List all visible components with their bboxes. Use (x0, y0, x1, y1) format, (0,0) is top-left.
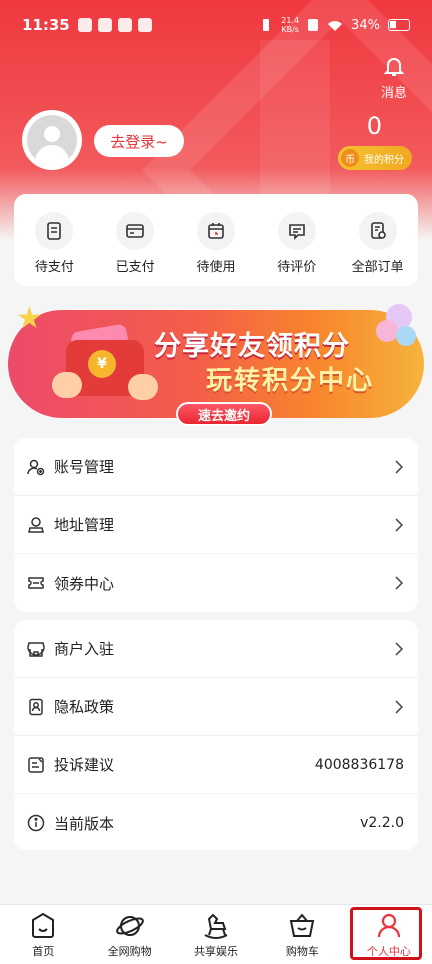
bottom-tab-bar: 首页 全网购物 共享娱乐 购物车 个人中心 (0, 904, 432, 964)
tab-label: 购物车 (285, 945, 319, 958)
order-to-use[interactable]: 待使用 (180, 212, 252, 286)
notification-icons (77, 18, 152, 32)
menu-item-version[interactable]: 当前版本 v2.2.0 (14, 794, 418, 852)
battery-percent: 34% (351, 17, 380, 33)
sim-icon (308, 19, 319, 31)
order-label: 已支付 (115, 260, 155, 275)
menu-label: 商户入驻 (54, 640, 115, 658)
order-label: 待支付 (34, 260, 74, 275)
invite-banner[interactable]: ★ ¥ 分享好友领积分 玩转积分中心 速去邀约 (8, 302, 424, 430)
card-icon (116, 212, 155, 250)
chevron-right-icon (395, 459, 404, 474)
app-notification-icon (77, 18, 92, 32)
active-tab-highlight (349, 907, 423, 960)
menu-item-coupons[interactable]: 领券中心 (14, 554, 418, 612)
tab-entertainment[interactable]: 共享娱乐 (173, 905, 259, 964)
menu-item-account[interactable]: 账号管理 (14, 438, 418, 496)
menu-item-privacy[interactable]: 隐私政策 (14, 678, 418, 736)
home-icon (32, 912, 55, 938)
bell-icon (383, 58, 405, 76)
order-pending-payment[interactable]: 待支付 (18, 212, 90, 286)
battery-icon (388, 19, 410, 31)
menu-group-account: 账号管理 地址管理 领券中心 (14, 438, 418, 612)
menu-label: 领券中心 (54, 574, 115, 593)
net-speed-value: 21.4 (281, 16, 300, 25)
points-value: 0 (366, 112, 382, 140)
menu-label: 隐私政策 (54, 698, 115, 716)
my-points-button[interactable]: 币 我的积分 (338, 146, 412, 170)
comment-icon (277, 212, 316, 250)
order-label: 待评价 (277, 260, 317, 275)
menu-item-feedback[interactable]: 投诉建议 4008836178 (14, 736, 418, 794)
tab-profile[interactable]: 个人中心 (346, 905, 432, 964)
vibrate-icon (263, 19, 270, 31)
coin-icon: 币 (341, 149, 359, 167)
net-speed: 21.4 KB/s (281, 16, 299, 34)
store-icon (26, 639, 46, 659)
tab-cart[interactable]: 购物车 (259, 905, 345, 964)
message-label: 消息 (380, 86, 407, 101)
info-icon (26, 813, 46, 833)
coupon-icon (26, 573, 46, 593)
wallet-illustration: ¥ (52, 322, 158, 400)
my-points-label: 我的积分 (364, 154, 404, 166)
privacy-icon (26, 697, 46, 717)
app-notification-icon (137, 18, 152, 32)
order-label: 全部订单 (351, 260, 404, 275)
order-shortcuts: 待支付 已支付 待使用 待评价 全部订单 (14, 194, 418, 286)
order-all[interactable]: 全部订单 (342, 212, 414, 286)
tab-shopping[interactable]: 全网购物 (86, 905, 172, 964)
feedback-icon (26, 755, 46, 775)
menu-label: 当前版本 (54, 814, 115, 833)
status-bar: 11:35 21.4 KB/s 34% (0, 0, 432, 50)
account-icon (26, 457, 46, 477)
tab-label: 首页 (32, 945, 55, 958)
star-icon: ★ (16, 301, 43, 336)
cart-icon (290, 913, 315, 937)
chevron-right-icon (395, 641, 404, 656)
hotline-number: 4008836178 (314, 756, 404, 773)
message-button[interactable]: 消息 (378, 54, 410, 101)
order-label: 待使用 (196, 260, 236, 275)
calendar-icon (196, 212, 235, 250)
wifi-icon (328, 20, 343, 31)
payment-pending-icon (35, 212, 74, 250)
version-number: v2.2.0 (360, 815, 404, 831)
menu-label: 地址管理 (54, 516, 115, 534)
avatar[interactable] (22, 110, 82, 170)
login-button[interactable]: 去登录~ (94, 125, 184, 157)
chevron-right-icon (395, 699, 404, 714)
balloons-icon (374, 302, 422, 362)
app-notification-icon (117, 18, 132, 32)
menu-item-merchant[interactable]: 商户入驻 (14, 620, 418, 678)
tab-label: 共享娱乐 (194, 945, 239, 958)
rocking-horse-icon (204, 913, 228, 939)
tab-home[interactable]: 首页 (0, 905, 86, 964)
menu-item-address[interactable]: 地址管理 (14, 496, 418, 554)
status-time: 11:35 (22, 16, 70, 34)
menu-group-info: 商户入驻 隐私政策 投诉建议 4008836178 当前版本 v2.2.0 (14, 620, 418, 850)
net-speed-unit: KB/s (281, 25, 299, 34)
address-icon (26, 515, 46, 535)
banner-title: 分享好友领积分 (154, 331, 350, 362)
chevron-right-icon (395, 517, 404, 532)
tab-label: 全网购物 (107, 945, 152, 958)
app-notification-icon (97, 18, 112, 32)
invite-button[interactable]: 速去邀约 (176, 402, 272, 426)
orders-icon (358, 212, 397, 250)
banner-subtitle: 玩转积分中心 (206, 366, 375, 396)
yuan-coin-icon: ¥ (88, 350, 116, 378)
chevron-right-icon (395, 576, 404, 590)
order-paid[interactable]: 已支付 (99, 212, 171, 286)
menu-label: 投诉建议 (54, 756, 115, 774)
planet-icon (115, 916, 144, 936)
menu-label: 账号管理 (54, 458, 115, 476)
order-to-review[interactable]: 待评价 (261, 212, 333, 286)
